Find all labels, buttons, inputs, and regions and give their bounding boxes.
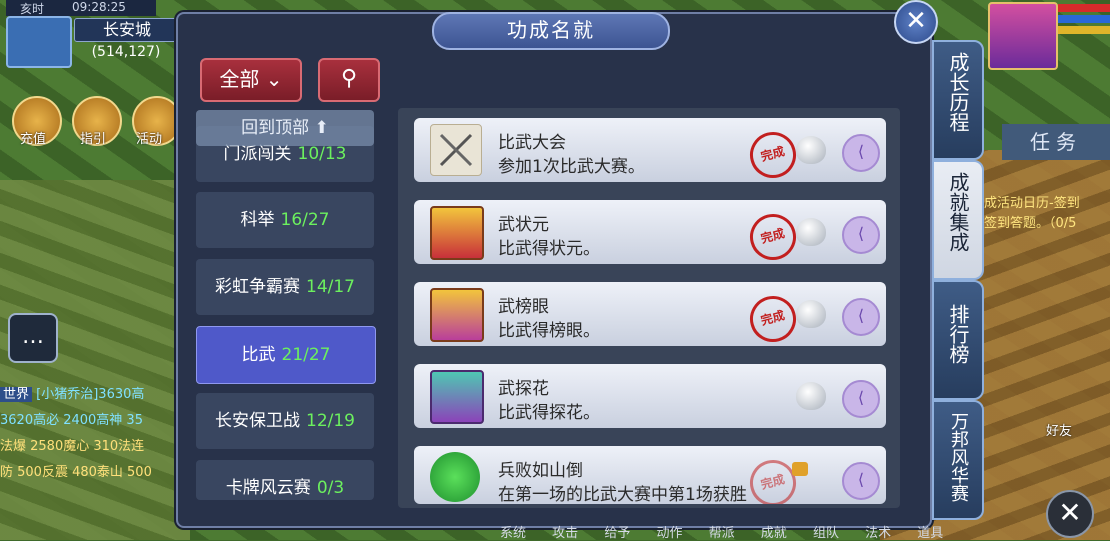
- share-icon[interactable]: ⟨: [842, 298, 880, 336]
- menu-give[interactable]: 给予: [604, 526, 630, 541]
- bangyan-badge-icon: [430, 288, 484, 342]
- achievement-name: 武探花: [498, 379, 549, 399]
- menu-action[interactable]: 动作: [656, 526, 682, 541]
- task-line: 成活动日历-签到: [984, 196, 1080, 211]
- share-icon[interactable]: ⟨: [842, 462, 880, 500]
- player-avatar[interactable]: [6, 16, 72, 68]
- chat-line: 防 500反震 480泰山 500: [0, 465, 152, 480]
- category-item[interactable]: 卡牌风云赛 0/3: [196, 460, 374, 500]
- friends-label[interactable]: 好友: [1046, 420, 1072, 439]
- back-to-top-button[interactable]: 回到顶部 ⬆: [196, 110, 374, 146]
- chat-log: 世界 [小猪乔治]3630高 3620高必 2400高神 35 法爆 2580魔…: [0, 382, 180, 486]
- guide-label: 指引: [80, 132, 107, 147]
- completed-stamp-icon: 完成: [744, 208, 802, 266]
- time-bar: 亥时 09:28:25: [6, 0, 156, 16]
- tab-wanbang[interactable]: 万邦风华赛: [932, 400, 984, 520]
- green-slime-icon: [430, 452, 480, 502]
- category-count: 21/27: [281, 345, 331, 365]
- share-icon[interactable]: ⟨: [842, 134, 880, 172]
- menu-skills[interactable]: 法术: [865, 526, 891, 541]
- share-icon[interactable]: ⟨: [842, 380, 880, 418]
- category-name: 科举: [240, 210, 275, 230]
- peach-reward-icon[interactable]: [796, 382, 826, 410]
- recharge-label: 充值: [20, 132, 47, 147]
- status-bars: [1058, 4, 1110, 64]
- chevron-down-icon: ⌄: [265, 67, 283, 91]
- achievement-row[interactable]: 比武大会 参加1次比武大赛。 完成 ⟨: [414, 118, 886, 184]
- category-item[interactable]: 长安保卫战 12/19: [196, 393, 374, 449]
- share-icon[interactable]: ⟨: [842, 216, 880, 254]
- category-count: 16/27: [280, 210, 330, 230]
- tanhua-badge-icon: [430, 370, 484, 424]
- completed-stamp-icon: 完成: [744, 126, 802, 184]
- panel-title: 功成名就: [432, 12, 670, 50]
- achievement-desc: 在第一场的比武大赛中第1场获胜: [498, 485, 747, 504]
- category-name: 卡牌风云赛: [225, 478, 311, 498]
- peach-reward-icon[interactable]: [796, 300, 826, 328]
- task-tab[interactable]: 任务: [1002, 124, 1110, 160]
- bottom-menu: 系统 攻击 给予 动作 帮派 成就 组队 法术 道具: [500, 522, 943, 541]
- filter-label: 全部: [219, 67, 260, 91]
- character-portrait[interactable]: [988, 2, 1058, 70]
- activity-label: 活动: [136, 132, 163, 147]
- category-count: 14/17: [306, 277, 355, 297]
- zhuangyuan-badge-icon: [430, 206, 484, 260]
- category-item[interactable]: 科举 16/27: [196, 192, 374, 248]
- close-icon[interactable]: ✕: [894, 0, 938, 44]
- tab-label: 万邦风华赛: [948, 412, 969, 502]
- gift-box-icon: [792, 462, 808, 476]
- tab-growth[interactable]: 成长历程: [932, 40, 984, 160]
- coordinates: (514,127): [91, 44, 161, 60]
- category-name: 彩虹争霸赛: [215, 277, 300, 297]
- achievement-row[interactable]: 武榜眼 比武得榜眼。 完成 ⟨: [414, 282, 886, 348]
- peach-reward-icon[interactable]: [796, 218, 826, 246]
- chat-channel: 世界: [0, 387, 33, 402]
- achievement-name: 比武大会: [498, 133, 566, 153]
- menu-attack[interactable]: 攻击: [552, 526, 578, 541]
- achievement-row[interactable]: 武状元 比武得状元。 完成 ⟨: [414, 200, 886, 266]
- chat-line: 法爆 2580魔心 310法连: [0, 439, 145, 454]
- chat-line: 3620高必 2400高神 35: [0, 413, 143, 428]
- category-item[interactable]: 彩虹争霸赛 14/17: [196, 259, 374, 315]
- search-icon[interactable]: ⚲: [318, 58, 380, 102]
- achievement-row[interactable]: 武探花 比武得探花。 ⟨: [414, 364, 886, 428]
- category-name: 门派闯关: [223, 144, 292, 164]
- city-name[interactable]: 长安城: [74, 18, 180, 42]
- chat-line: [小猪乔治]3630高: [36, 387, 145, 402]
- time-label: 亥时: [20, 2, 45, 16]
- achievement-desc: 比武得状元。: [498, 239, 600, 259]
- tab-label: 成长历程: [946, 52, 970, 132]
- achievement-desc: 比武得探花。: [498, 403, 600, 423]
- menu-guild[interactable]: 帮派: [709, 526, 735, 541]
- achievement-row[interactable]: 兵败如山倒 在第一场的比武大赛中第1场获胜 完成 ⟨: [414, 446, 886, 504]
- category-count: 10/13: [297, 144, 347, 164]
- achievement-desc: 参加1次比武大赛。: [498, 157, 645, 177]
- achievement-name: 兵败如山倒: [498, 461, 583, 481]
- chat-bubble-icon[interactable]: …: [8, 313, 58, 363]
- completed-stamp-icon: 完成: [744, 290, 802, 348]
- tab-achievements[interactable]: 成就集成: [932, 160, 984, 280]
- category-count: 0/3: [316, 478, 345, 498]
- achievement-name: 武状元: [498, 215, 549, 235]
- menu-achievement[interactable]: 成就: [761, 526, 787, 541]
- tab-label: 排行榜: [946, 304, 970, 364]
- tab-ranking[interactable]: 排行榜: [932, 280, 984, 400]
- menu-items[interactable]: 道具: [917, 526, 943, 541]
- menu-system[interactable]: 系统: [500, 526, 526, 541]
- clock: 09:28:25: [72, 0, 126, 14]
- category-item-selected[interactable]: 比武 21/27: [196, 326, 376, 384]
- category-count: 12/19: [306, 411, 355, 431]
- achievement-name: 武榜眼: [498, 297, 549, 317]
- peach-reward-icon[interactable]: [796, 136, 826, 164]
- filter-dropdown[interactable]: 全部 ⌄: [200, 58, 302, 102]
- category-name: 比武: [241, 345, 276, 365]
- close-hud-icon[interactable]: ✕: [1046, 490, 1094, 538]
- category-name: 长安保卫战: [215, 411, 300, 431]
- crossed-swords-icon: [430, 124, 482, 176]
- tab-label: 成就集成: [946, 172, 970, 252]
- menu-team[interactable]: 组队: [813, 526, 839, 541]
- achievement-desc: 比武得榜眼。: [498, 321, 600, 341]
- task-line: 签到答题。（0/5: [984, 216, 1077, 231]
- back-to-top-label: 回到顶部: [241, 118, 310, 138]
